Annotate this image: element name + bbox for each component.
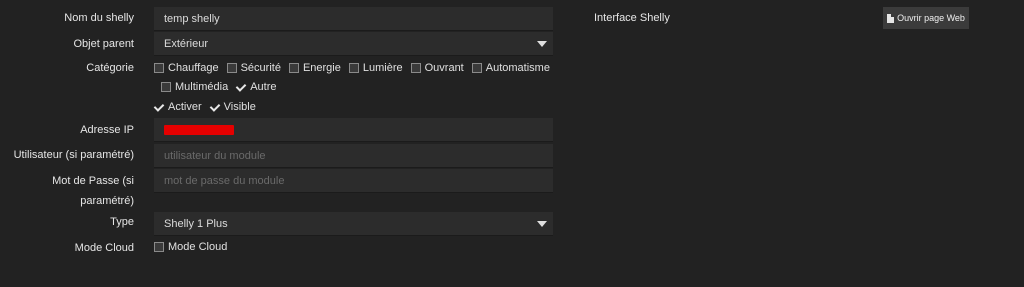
checkmark-icon	[236, 82, 246, 92]
type-select-value: Shelly 1 Plus	[164, 218, 228, 230]
chevron-down-icon	[537, 41, 547, 47]
name-label: Nom du shelly	[64, 12, 134, 24]
password-label-line1: Mot de Passe (si	[52, 175, 134, 187]
checkmark-icon	[210, 102, 220, 112]
chevron-down-icon	[537, 221, 547, 227]
cloud-checkbox[interactable]: Mode Cloud	[154, 241, 227, 253]
category-lumiere[interactable]: Lumière	[348, 62, 403, 74]
category-row-2: Multimédia Autre	[161, 79, 284, 95]
checkbox-icon	[154, 242, 164, 252]
category-label: Catégorie	[86, 62, 134, 74]
ip-label: Adresse IP	[80, 124, 134, 136]
open-web-page-label: Ouvrir page Web	[897, 13, 965, 23]
category-autre[interactable]: Autre	[236, 81, 276, 93]
category-securite[interactable]: Sécurité	[226, 62, 281, 74]
checkmark-icon	[154, 102, 164, 112]
parent-select[interactable]: Extérieur	[154, 32, 553, 56]
redacted-ip-value	[164, 125, 234, 136]
user-input[interactable]: utilisateur du module	[154, 144, 553, 168]
checkbox-icon	[348, 63, 359, 73]
category-energie[interactable]: Energie	[288, 62, 341, 74]
checkbox-icon	[471, 63, 482, 73]
cloud-label: Mode Cloud	[74, 242, 134, 254]
checkbox-icon	[226, 63, 237, 73]
type-select[interactable]: Shelly 1 Plus	[154, 212, 553, 236]
category-multimedia[interactable]: Multimédia	[161, 81, 228, 93]
category-automatisme[interactable]: Automatisme	[471, 62, 550, 74]
visible-checkbox[interactable]: Visible	[210, 101, 256, 113]
category-row-1: Chauffage Sécurité Energie Lumière Ouvra…	[154, 60, 558, 76]
name-input[interactable]: temp shelly	[154, 7, 553, 31]
interface-label: Interface Shelly	[594, 12, 670, 24]
password-input[interactable]: mot de passe du module	[154, 169, 553, 193]
category-chauffage[interactable]: Chauffage	[154, 62, 219, 74]
parent-select-value: Extérieur	[164, 38, 209, 50]
visibility-row: Activer Visible	[154, 99, 264, 115]
password-label-line2: paramétré)	[80, 195, 134, 207]
checkbox-icon	[154, 63, 164, 73]
checkbox-icon	[410, 63, 421, 73]
open-web-page-button[interactable]: Ouvrir page Web	[883, 7, 969, 29]
category-ouvrant[interactable]: Ouvrant	[410, 62, 464, 74]
checkbox-icon	[288, 63, 299, 73]
checkbox-icon	[161, 82, 171, 92]
type-label: Type	[110, 216, 134, 228]
cloud-row: Mode Cloud	[154, 239, 235, 255]
activate-checkbox[interactable]: Activer	[154, 101, 202, 113]
file-icon	[887, 13, 895, 23]
parent-label: Objet parent	[73, 38, 134, 50]
user-label: Utilisateur (si paramétré)	[13, 149, 134, 161]
ip-input[interactable]	[154, 118, 553, 142]
